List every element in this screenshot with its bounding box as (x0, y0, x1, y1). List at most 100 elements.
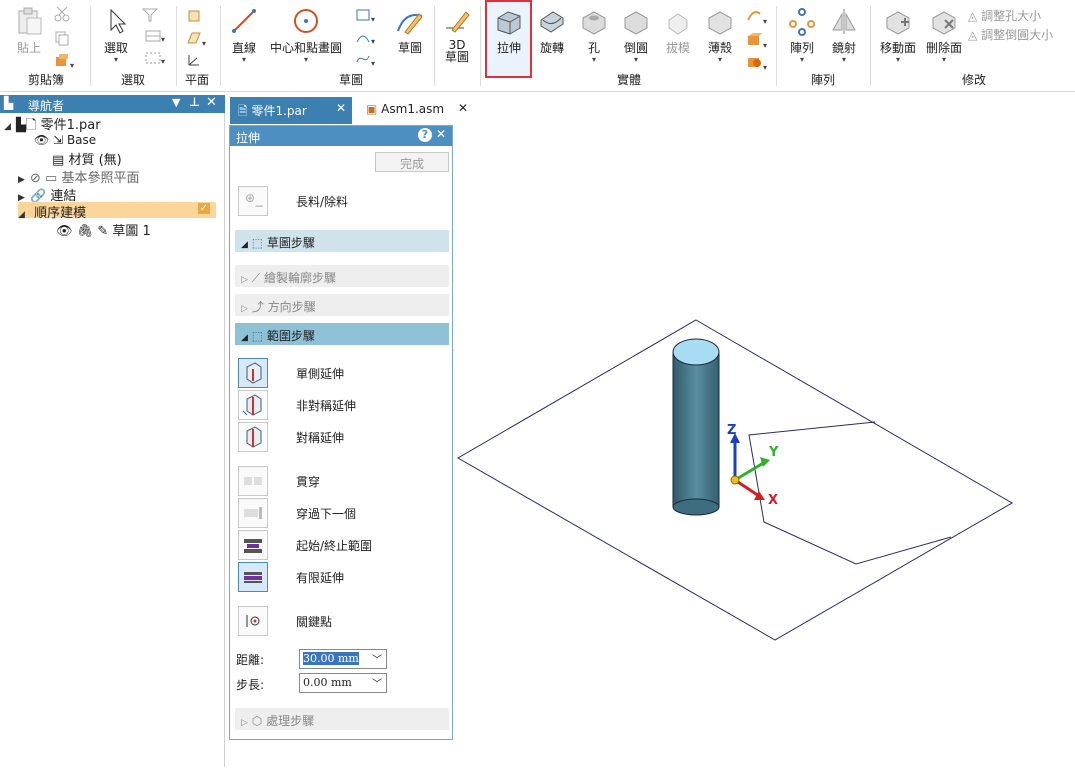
solids-group-label: 實體 (616, 73, 641, 87)
help-icon[interactable]: ? (418, 128, 432, 142)
mirror-icon (832, 9, 856, 34)
eye-icon[interactable]: 👁 (56, 224, 73, 239)
extent-step-icon: ⬚ (251, 329, 264, 343)
close-icon[interactable]: ✕ (336, 101, 346, 115)
expand-icon[interactable]: ▶ (18, 175, 30, 185)
collapse-icon[interactable]: ◢ (4, 122, 16, 132)
resize-round-button[interactable]: ◬ 調整倒圓大小 (968, 26, 1053, 43)
paint-button[interactable]: ▾ (52, 52, 76, 71)
arc-button[interactable]: ▾ (350, 30, 380, 47)
select-mode-button[interactable]: ▾ (140, 30, 170, 45)
resize-hole-button[interactable]: ◬ 調整孔大小 (968, 7, 1041, 24)
plane-option-button[interactable]: ▾ (182, 30, 210, 49)
clipboard-icon (18, 7, 42, 35)
scissors-icon (54, 6, 70, 22)
cylinder-body[interactable] (672, 338, 720, 516)
hole-button[interactable]: 孔 ▾ (576, 6, 612, 64)
draft-button[interactable]: 拔模 (660, 6, 696, 56)
tab-asm1[interactable]: ▣ Asm1.asm ✕ (358, 97, 474, 124)
revolve-icon (540, 11, 564, 33)
step-profile[interactable]: ▷ ⟋ 繪製輪廓步驟 (235, 265, 449, 287)
hidden-eye-icon[interactable]: ⊘ (30, 171, 41, 186)
line-button[interactable]: 直線 ▾ (228, 6, 260, 64)
move-face-button[interactable]: 移動面 ▾ (876, 6, 920, 64)
tree-item-base[interactable]: 👁 ⇲ Base (34, 133, 96, 147)
mirror-button[interactable]: 鏡射 ▾ (826, 6, 862, 64)
axis-z-label: Z (727, 423, 737, 438)
filter-button[interactable] (140, 8, 160, 25)
extrude-button[interactable]: 拉伸 (489, 6, 529, 56)
select-button[interactable]: 選取 ▾ (98, 6, 134, 64)
plane-icon (188, 10, 200, 22)
circle-by-center-button[interactable]: 中心和點畫圓 ▾ (266, 6, 346, 64)
round-button[interactable]: 倒圓 ▾ (618, 6, 654, 64)
tree-item-material[interactable]: ▤ 材質 (無) (52, 149, 122, 168)
tree-label-sketch: 草圖 1 (112, 224, 151, 239)
step-treatment[interactable]: ▷ ⬡ 處理步驟 (235, 708, 449, 730)
add-body-button[interactable]: ▾ (742, 52, 770, 73)
through-next-icon (238, 498, 268, 528)
pin-icon[interactable]: ⊥ (189, 95, 200, 109)
revolve-label: 旋轉 (539, 41, 564, 55)
from-to-option[interactable]: 起始/終止範圍 (238, 530, 448, 560)
step-plane[interactable]: ◢ ⬚ 草圖步驟 (235, 230, 449, 252)
distance-combobox[interactable]: 30.00 mm ﹀ (299, 649, 387, 669)
helix-button[interactable]: ▾ (742, 6, 770, 27)
nonsymmetric-icon (238, 390, 268, 420)
cut-button[interactable] (52, 6, 72, 25)
coordinate-system-button[interactable] (182, 52, 206, 71)
symmetric-option[interactable]: 對稱延伸 (238, 422, 448, 452)
graphics-viewport[interactable]: Z Y X (454, 125, 1075, 767)
arc-icon (356, 35, 370, 43)
one-side-option[interactable]: 單側延伸 (238, 358, 448, 388)
step-direction[interactable]: ▷ ⤴ 方向步驟 (235, 294, 449, 316)
one-side-icon (238, 358, 268, 388)
pattern-group-label: 陣列 (810, 73, 835, 87)
through-next-option[interactable]: 穿過下一個 (238, 498, 448, 528)
paste-button[interactable]: 貼上 (10, 6, 48, 56)
extrude-icon (497, 11, 521, 35)
sketch-3d-button[interactable]: 3D 草圖 (440, 6, 474, 63)
close-icon[interactable]: ✕ (206, 95, 217, 110)
pattern-button[interactable]: 陣列 ▾ (784, 6, 820, 64)
finite-option[interactable]: 有限延伸 (238, 562, 448, 592)
box-select-button[interactable]: ▾ (140, 52, 170, 67)
extrude-panel: 拉伸 ? ✕ 完成 ⊕ − 長料/除料 ◢ ⬚ 草圖步驟 ▷ ⟋ 繪製輪廓步驟 ▷… (229, 125, 453, 740)
chevron-down-icon[interactable]: ﹀ (372, 651, 382, 666)
profile-step-icon: ⟋ (251, 271, 261, 285)
collapse-icon[interactable]: ◢ (18, 210, 30, 220)
emboss-button[interactable]: ▾ (742, 30, 770, 51)
tree-item-sketch[interactable]: 👁 🖇 ✎ 草圖 1 (56, 220, 151, 239)
eye-icon[interactable]: 👁 (34, 133, 49, 147)
thin-wall-button[interactable]: 薄殼 ▾ (700, 6, 740, 64)
close-icon[interactable]: ✕ (458, 101, 468, 115)
chevron-down-icon[interactable]: ﹀ (372, 675, 382, 690)
hole-icon (582, 11, 606, 35)
sketch-button[interactable]: 草圖 (390, 6, 430, 56)
curve-button[interactable]: ▾ (350, 52, 380, 69)
scene-svg (456, 319, 1013, 641)
step-combobox[interactable]: 0.00 mm ﹀ (299, 673, 387, 693)
through-all-option[interactable]: 貫穿 (238, 466, 448, 496)
round-label: 倒圓 (623, 41, 648, 55)
revolve-button[interactable]: 旋轉 (534, 6, 570, 56)
keypoint-option[interactable]: 關鍵點 (238, 606, 448, 636)
tab-part1[interactable]: 🗎 零件1.par ✕ (230, 97, 352, 124)
delete-face-button[interactable]: 刪除面 ▾ (922, 6, 966, 64)
rectangle-icon (356, 9, 370, 21)
navigator-menu-icon[interactable]: ▼ (172, 96, 180, 109)
rectangle-button[interactable]: ▾ (350, 8, 380, 25)
resize-round-icon: ◬ (968, 28, 978, 42)
done-button[interactable]: 完成 (375, 152, 449, 172)
add-remove-toggle[interactable]: ⊕ − 長料/除料 (238, 186, 448, 216)
sketch-label: 草圖 (397, 41, 422, 55)
step-extent[interactable]: ◢ ⬚ 範圍步驟 (235, 323, 449, 345)
tree-item-ordered[interactable]: ◢ 順序建模 ✓ (18, 202, 216, 221)
tree-item-ref-planes[interactable]: ▶ ⊘ ▭ 基本參照平面 (18, 167, 140, 186)
mirror-label: 鏡射 (831, 41, 856, 55)
nonsymmetric-option[interactable]: 非對稱延伸 (238, 390, 448, 420)
copy-button[interactable] (52, 30, 72, 49)
tree-label-ordered: 順序建模 (34, 206, 87, 221)
plane-button[interactable] (182, 8, 206, 27)
close-icon[interactable]: ✕ (436, 127, 446, 141)
